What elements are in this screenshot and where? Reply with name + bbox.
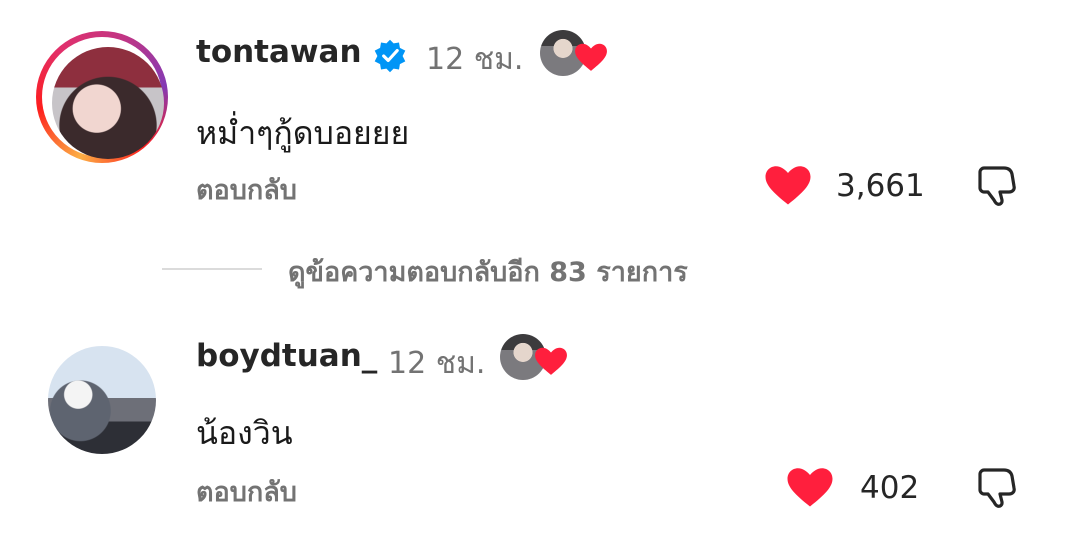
reply-button[interactable]: ตอบกลับ bbox=[196, 470, 297, 513]
avatar[interactable] bbox=[52, 47, 164, 159]
thumbs-down-icon[interactable] bbox=[974, 466, 1018, 510]
avatar[interactable] bbox=[48, 346, 156, 454]
username[interactable]: tontawan bbox=[196, 34, 362, 70]
comment-tontawan: tontawan 12 ชม. หม่ำๆกู้ดบอยยย ตอบกลับ 3… bbox=[0, 0, 1080, 230]
comment-text: หม่ำๆกู้ดบอยยย bbox=[196, 114, 410, 152]
heart-icon[interactable] bbox=[786, 466, 834, 508]
creator-liked-heart-icon bbox=[575, 43, 607, 71]
story-ring[interactable] bbox=[36, 31, 168, 163]
avatar-border bbox=[42, 37, 164, 159]
timestamp: 12 ชม. bbox=[426, 42, 524, 77]
comment-text: น้องวิน bbox=[196, 414, 293, 452]
replies-divider bbox=[162, 268, 262, 270]
timestamp: 12 ชม. bbox=[388, 346, 486, 381]
username[interactable]: boydtuan_ bbox=[196, 338, 377, 374]
reply-button[interactable]: ตอบกลับ bbox=[196, 168, 297, 211]
creator-liked-heart-icon bbox=[535, 347, 567, 375]
like-count: 3,661 bbox=[836, 168, 925, 204]
heart-icon[interactable] bbox=[764, 164, 812, 206]
view-replies-button[interactable]: ดูข้อความตอบกลับอีก 83 รายการ bbox=[288, 250, 688, 293]
like-count: 402 bbox=[860, 470, 920, 506]
verified-badge-icon bbox=[374, 39, 406, 73]
thumbs-down-icon[interactable] bbox=[974, 164, 1018, 208]
